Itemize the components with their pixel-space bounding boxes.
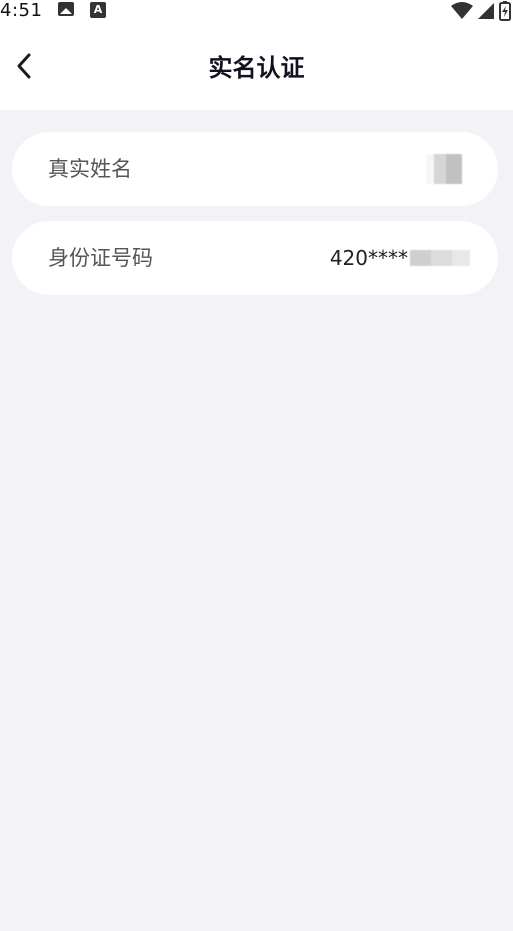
id-number-value: 420**** <box>330 221 470 295</box>
header: 实名认证 <box>0 24 513 110</box>
id-number-row: 身份证号码 420**** <box>12 221 498 295</box>
page-title: 实名认证 <box>208 54 305 82</box>
masked-blur <box>426 154 462 184</box>
real-name-value <box>426 132 470 206</box>
battery-charging-icon <box>499 1 511 21</box>
masked-blur <box>410 250 470 266</box>
status-icons <box>451 1 511 21</box>
status-bar: 4:51 A <box>0 0 513 24</box>
a-box-icon: A <box>90 2 106 18</box>
wifi-icon <box>451 2 473 19</box>
real-name-label: 真实姓名 <box>48 157 132 181</box>
status-time: 4:51 <box>0 0 43 21</box>
image-icon <box>58 2 74 16</box>
id-number-label: 身份证号码 <box>48 246 153 270</box>
id-number-text: 420**** <box>329 246 408 270</box>
real-name-row: 真实姓名 <box>12 132 498 206</box>
signal-icon <box>478 3 494 19</box>
